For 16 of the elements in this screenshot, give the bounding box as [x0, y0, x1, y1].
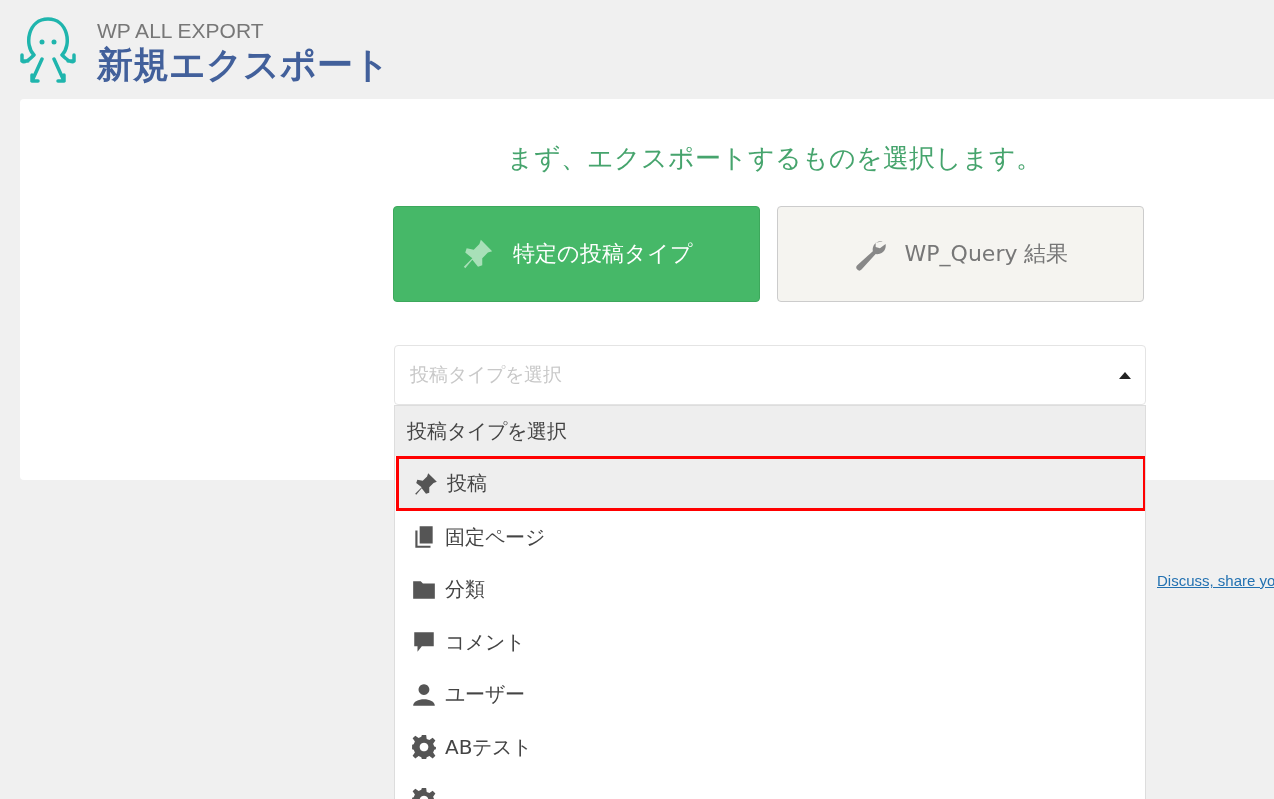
dropdown-option[interactable]: 投稿タイプを選択 [395, 406, 1145, 456]
dropdown-option[interactable]: 固定ページ [395, 511, 1145, 564]
user-icon [411, 681, 437, 708]
brand-name: WP ALL EXPORT [97, 19, 265, 43]
dropdown-option[interactable]: 投稿 [396, 456, 1145, 511]
discuss-link[interactable]: Discuss, share yo [1157, 572, 1274, 589]
export-type-button[interactable]: WP_Query 結果 [777, 206, 1144, 302]
page-title: 新規エクスポート [97, 43, 390, 87]
dropdown-option[interactable]: ABテスト [395, 721, 1145, 774]
gear-icon [411, 734, 437, 761]
dropdown-option[interactable]: ユーザー [395, 668, 1145, 721]
pin-icon [413, 470, 439, 497]
octopus-logo-icon [20, 15, 76, 85]
dropdown-option[interactable]: 分類 [395, 563, 1145, 616]
dropdown-option[interactable]: コメント [395, 616, 1145, 669]
heading: まず、エクスポートするものを選択します。 [506, 142, 1043, 175]
